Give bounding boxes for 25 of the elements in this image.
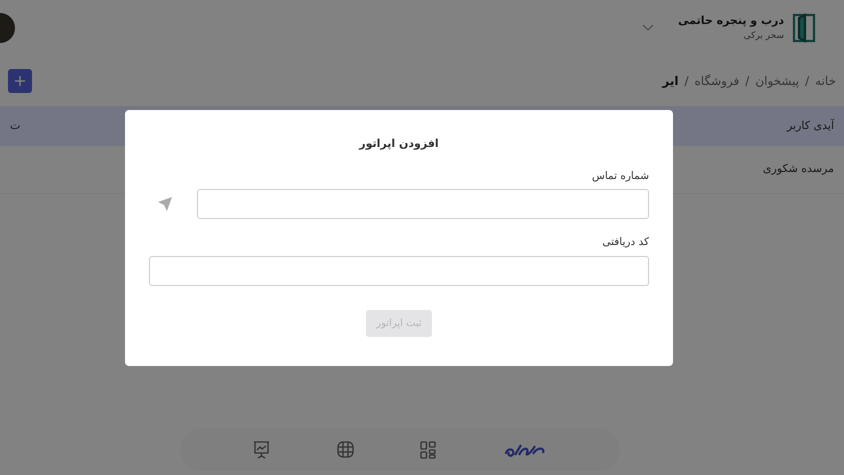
breadcrumb-link[interactable]: فروشگاه [694,72,740,90]
field-label: کد دریافتی [601,235,649,250]
breadcrumb-separator: / [805,73,810,90]
presentation-icon[interactable] [253,440,270,458]
brand-name: درب و پنجره حاتمی [678,13,784,29]
input-field[interactable] [149,256,649,286]
breadcrumb-separator: / [745,73,750,90]
globe-grid-icon[interactable] [336,440,354,458]
column-header: ت [10,118,20,134]
column-header: آیدی کاربر [786,118,834,134]
chevron-down-icon[interactable] [642,24,654,32]
input-field[interactable] [197,189,649,220]
table-cell-text: مرسده شکوری [762,161,834,178]
modal-title: افزودن اپراتور [358,136,440,152]
field-label: شماره تماس [591,168,649,184]
breadcrumb-separator: / [684,73,688,90]
breadcrumb-link[interactable]: خانه [815,72,836,90]
breadcrumb-current: ایر [662,73,678,90]
door-logo-icon [792,13,816,43]
send-icon[interactable] [157,196,173,212]
breadcrumb-link[interactable]: پیشخوان [755,72,800,90]
apps-icon[interactable] [420,440,436,458]
plus-icon [15,76,25,86]
user-name: سحر برکی [742,30,784,42]
add-button[interactable] [8,69,32,93]
